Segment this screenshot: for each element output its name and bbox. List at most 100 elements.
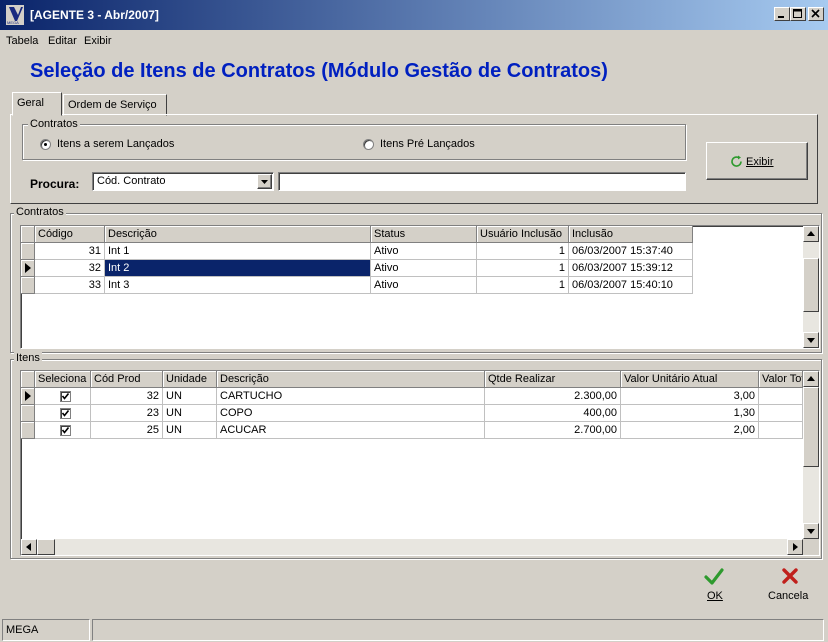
scroll-up-button[interactable] [803, 226, 819, 242]
vertical-scrollbar[interactable] [803, 371, 819, 539]
itens-grid-legend: Itens [14, 352, 42, 364]
checkmark-icon [704, 568, 724, 585]
col-header-cod-prod[interactable]: Cód Prod [91, 371, 163, 388]
scroll-down-button[interactable] [803, 523, 819, 539]
seleciona-checkbox[interactable] [60, 408, 71, 419]
col-header-codigo[interactable]: Código [35, 226, 105, 243]
table-cell[interactable]: 31 [35, 243, 105, 260]
col-header-valor-unitario-atual[interactable]: Valor Unitário Atual [621, 371, 759, 388]
tab-ordem-de-servico[interactable]: Ordem de Serviço [63, 94, 167, 116]
table-cell[interactable]: COPO [217, 405, 485, 422]
dropdown-button[interactable] [257, 174, 272, 189]
table-cell[interactable]: 3,00 [621, 388, 759, 405]
radio-itens-pre-lancados[interactable] [363, 139, 374, 150]
table-cell[interactable]: 06/03/2007 15:40:10 [569, 277, 693, 294]
table-cell[interactable] [759, 422, 803, 439]
procura-select[interactable]: Cód. Contrato [92, 172, 274, 191]
table-cell[interactable]: Ativo [371, 260, 477, 277]
x-icon [782, 568, 798, 584]
page-title: Seleção de Itens de Contratos (Módulo Ge… [30, 60, 608, 82]
col-header-inclusao[interactable]: Inclusão [569, 226, 693, 243]
table-cell[interactable]: 1 [477, 277, 569, 294]
scroll-down-button[interactable] [803, 332, 819, 348]
table-cell[interactable]: 2,00 [621, 422, 759, 439]
col-header-seleciona[interactable]: Seleciona [35, 371, 91, 388]
radio-itens-a-serem-lancados[interactable] [40, 139, 51, 150]
row-indicator[interactable] [21, 243, 35, 260]
table-cell[interactable]: UN [163, 405, 217, 422]
table-cell[interactable]: UN [163, 388, 217, 405]
col-header-descricao[interactable]: Descrição [105, 226, 371, 243]
table-cell[interactable]: 2.300,00 [485, 388, 621, 405]
grid-header-indicator [21, 371, 35, 388]
scroll-thumb[interactable] [37, 539, 55, 555]
radio-itens-pre-lancados-label[interactable]: Itens Pré Lançados [380, 138, 475, 150]
table-cell[interactable]: 32 [91, 388, 163, 405]
table-cell[interactable]: 25 [91, 422, 163, 439]
contratos-grid[interactable]: Código Descrição Status Usuário Inclusão… [20, 225, 820, 349]
table-cell[interactable]: Int 1 [105, 243, 371, 260]
seleciona-checkbox[interactable] [60, 391, 71, 402]
table-cell-selected[interactable]: Int 2 [105, 260, 371, 277]
app-logo-icon[interactable]: MEGA [6, 5, 24, 25]
row-indicator[interactable] [21, 260, 35, 277]
table-cell[interactable]: Ativo [371, 277, 477, 294]
col-header-qtde-realizar[interactable]: Qtde Realizar [485, 371, 621, 388]
table-cell[interactable]: 06/03/2007 15:39:12 [569, 260, 693, 277]
close-button[interactable] [808, 7, 824, 21]
exibir-button[interactable]: Exibir [706, 142, 808, 180]
status-bar: MEGA [0, 616, 828, 642]
col-header-status[interactable]: Status [371, 226, 477, 243]
maximize-icon [793, 9, 802, 18]
menu-editar[interactable]: Editar [48, 35, 77, 47]
scroll-thumb[interactable] [803, 387, 819, 467]
close-icon [811, 9, 820, 18]
table-cell[interactable]: 23 [91, 405, 163, 422]
table-cell[interactable] [759, 405, 803, 422]
menu-tabela[interactable]: Tabela [6, 35, 38, 47]
seleciona-checkbox[interactable] [60, 425, 71, 436]
radio-itens-a-serem-lancados-label[interactable]: Itens a serem Lançados [57, 138, 174, 150]
procura-input[interactable] [278, 172, 686, 191]
ok-button[interactable]: OK [694, 566, 740, 612]
menu-exibir[interactable]: Exibir [84, 35, 112, 47]
scroll-up-button[interactable] [803, 371, 819, 387]
minimize-icon [778, 16, 784, 18]
checkbox-cell[interactable] [35, 422, 91, 439]
table-cell[interactable]: ACUCAR [217, 422, 485, 439]
table-cell[interactable]: CARTUCHO [217, 388, 485, 405]
table-cell[interactable]: 400,00 [485, 405, 621, 422]
tab-geral[interactable]: Geral [12, 92, 62, 116]
table-cell[interactable]: Int 3 [105, 277, 371, 294]
cancel-button[interactable]: Cancela [764, 566, 820, 612]
row-indicator[interactable] [21, 422, 35, 439]
scroll-left-button[interactable] [21, 539, 37, 555]
scroll-thumb[interactable] [803, 258, 819, 312]
table-cell[interactable]: 06/03/2007 15:37:40 [569, 243, 693, 260]
table-cell[interactable]: 33 [35, 277, 105, 294]
scroll-right-button[interactable] [787, 539, 803, 555]
table-cell[interactable]: 1,30 [621, 405, 759, 422]
vertical-scrollbar[interactable] [803, 226, 819, 348]
col-header-usuario-inclusao[interactable]: Usuário Inclusão [477, 226, 569, 243]
row-indicator[interactable] [21, 388, 35, 405]
row-indicator[interactable] [21, 405, 35, 422]
window-title: [AGENTE 3 - Abr/2007] [30, 8, 159, 22]
table-cell[interactable]: Ativo [371, 243, 477, 260]
horizontal-scrollbar[interactable] [21, 539, 803, 555]
table-cell[interactable]: 1 [477, 243, 569, 260]
checkbox-cell[interactable] [35, 405, 91, 422]
minimize-button[interactable] [774, 7, 790, 21]
col-header-valor-total[interactable]: Valor Tot [759, 371, 803, 388]
col-header-descricao[interactable]: Descrição [217, 371, 485, 388]
col-header-unidade[interactable]: Unidade [163, 371, 217, 388]
table-cell[interactable]: 32 [35, 260, 105, 277]
table-cell[interactable]: UN [163, 422, 217, 439]
maximize-button[interactable] [790, 7, 806, 21]
checkbox-cell[interactable] [35, 388, 91, 405]
table-cell[interactable]: 1 [477, 260, 569, 277]
itens-grid[interactable]: Seleciona Cód Prod Unidade Descrição Qtd… [20, 370, 820, 556]
row-indicator[interactable] [21, 277, 35, 294]
table-cell[interactable]: 2.700,00 [485, 422, 621, 439]
table-cell[interactable] [759, 388, 803, 405]
